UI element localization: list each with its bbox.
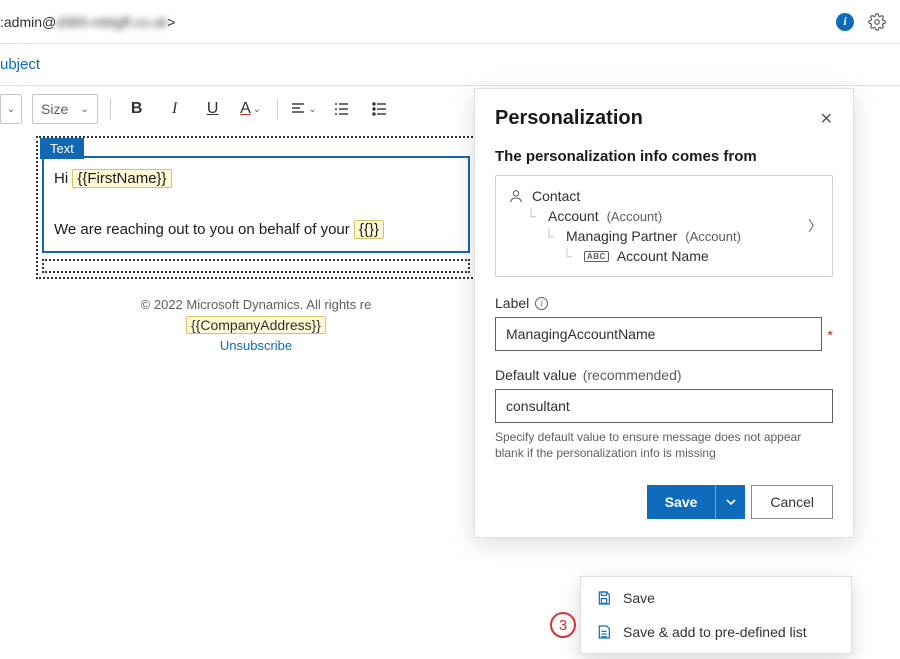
info-icon[interactable]: i	[836, 13, 854, 31]
step-3-marker: 3	[550, 612, 576, 638]
save-button[interactable]: Save	[647, 485, 716, 519]
toolbar-separator	[110, 98, 111, 120]
subject-link[interactable]: ubject	[0, 56, 40, 73]
empty-block-slot[interactable]	[42, 259, 470, 273]
path-account-label: Account	[548, 208, 599, 224]
default-value-label: Default value	[495, 367, 577, 383]
gear-icon[interactable]	[868, 13, 886, 31]
bold-button[interactable]: B	[123, 95, 151, 123]
from-domain-blurred: d365-mktgff.co.uk	[56, 14, 167, 30]
default-recommended: (recommended)	[583, 367, 682, 383]
path-managing-partner: └ Managing Partner (Account)	[508, 226, 820, 246]
line2-text: We are reaching out to you on behalf of …	[54, 221, 354, 238]
greeting-text: Hi	[54, 170, 72, 187]
chevron-down-icon: ⌄	[308, 104, 316, 115]
path-contact: Contact	[508, 186, 820, 206]
dropdown-save-label: Save	[623, 590, 655, 606]
text-field-icon: ABC	[584, 251, 609, 262]
bullet-list-button[interactable]	[366, 95, 394, 123]
chevron-down-icon: ⌄	[80, 104, 88, 115]
toolbar-separator	[277, 98, 278, 120]
default-value-help: Specify default value to ensure message …	[495, 429, 833, 461]
numbered-list-button[interactable]	[328, 95, 356, 123]
token-empty[interactable]: {{}}	[354, 220, 384, 239]
italic-button[interactable]: I	[161, 95, 189, 123]
from-suffix: >	[167, 14, 175, 30]
label-field-label: Label	[495, 295, 529, 311]
info-outline-icon[interactable]: i	[535, 297, 548, 310]
dropdown-save-add[interactable]: Save & add to pre-defined list	[581, 615, 851, 649]
email-body-text[interactable]: Hi {{FirstName}} We are reaching out to …	[44, 158, 468, 251]
chevron-down-icon: ⌄	[253, 104, 261, 115]
path-account-type: (Account)	[607, 209, 663, 224]
dropdown-save[interactable]: Save	[581, 581, 851, 615]
floppy-save-icon	[595, 590, 613, 606]
panel-title: Personalization	[495, 107, 643, 130]
from-address: :admin@d365-mktgff.co.uk>	[0, 14, 175, 30]
default-value-input[interactable]	[495, 389, 833, 423]
align-button[interactable]: ⌄	[290, 95, 318, 123]
label-input[interactable]	[495, 317, 822, 351]
underline-button[interactable]: U	[199, 95, 227, 123]
font-color-button[interactable]: A⌄	[237, 95, 265, 123]
personalization-panel: Personalization ✕ The personalization in…	[474, 88, 854, 538]
size-label: Size	[41, 101, 68, 117]
token-firstname[interactable]: {{FirstName}}	[72, 169, 171, 188]
dropdown-save-add-label: Save & add to pre-defined list	[623, 624, 807, 640]
cancel-button[interactable]: Cancel	[751, 485, 833, 519]
close-icon[interactable]: ✕	[820, 109, 833, 129]
email-canvas: Text Hi {{FirstName}} We are reaching ou…	[36, 136, 476, 353]
footer-copyright: © 2022 Microsoft Dynamics. All rights re	[36, 297, 476, 312]
info-path-box[interactable]: Contact └ Account (Account) └ Managing P…	[495, 175, 833, 277]
path-accname-label: Account Name	[617, 248, 709, 264]
floppy-list-icon	[595, 624, 613, 640]
save-dropdown-menu: Save Save & add to pre-defined list	[580, 576, 852, 654]
save-split-button: Save	[647, 485, 746, 519]
path-mp-type: (Account)	[685, 229, 741, 244]
path-account-name: └ ABC Account Name	[508, 246, 820, 266]
chevron-right-icon[interactable]: 〉	[808, 216, 822, 236]
header-bar: :admin@d365-mktgff.co.uk> i	[0, 0, 900, 44]
unsubscribe-link[interactable]: Unsubscribe	[36, 338, 476, 353]
subject-row: ubject	[0, 44, 900, 86]
selected-text-block[interactable]: Hi {{FirstName}} We are reaching out to …	[42, 156, 470, 253]
person-icon	[508, 188, 524, 204]
path-account: └ Account (Account)	[508, 206, 820, 226]
required-indicator: *	[828, 317, 833, 343]
tree-elbow-icon: └	[544, 228, 558, 244]
tree-elbow-icon: └	[526, 208, 540, 224]
size-select[interactable]: Size ⌄	[32, 94, 98, 124]
path-contact-label: Contact	[532, 188, 580, 204]
tree-elbow-icon: └	[562, 248, 576, 264]
chevron-down-icon: ⌄	[7, 104, 15, 115]
font-select[interactable]: ⌄	[0, 94, 22, 124]
save-split-toggle[interactable]	[715, 485, 745, 519]
path-mp-label: Managing Partner	[566, 228, 677, 244]
info-source-heading: The personalization info comes from	[495, 148, 833, 165]
from-prefix: :admin@	[0, 14, 56, 30]
token-company-address[interactable]: {{CompanyAddress}}	[186, 316, 326, 334]
canvas-outer-block[interactable]: Text Hi {{FirstName}} We are reaching ou…	[36, 136, 476, 279]
